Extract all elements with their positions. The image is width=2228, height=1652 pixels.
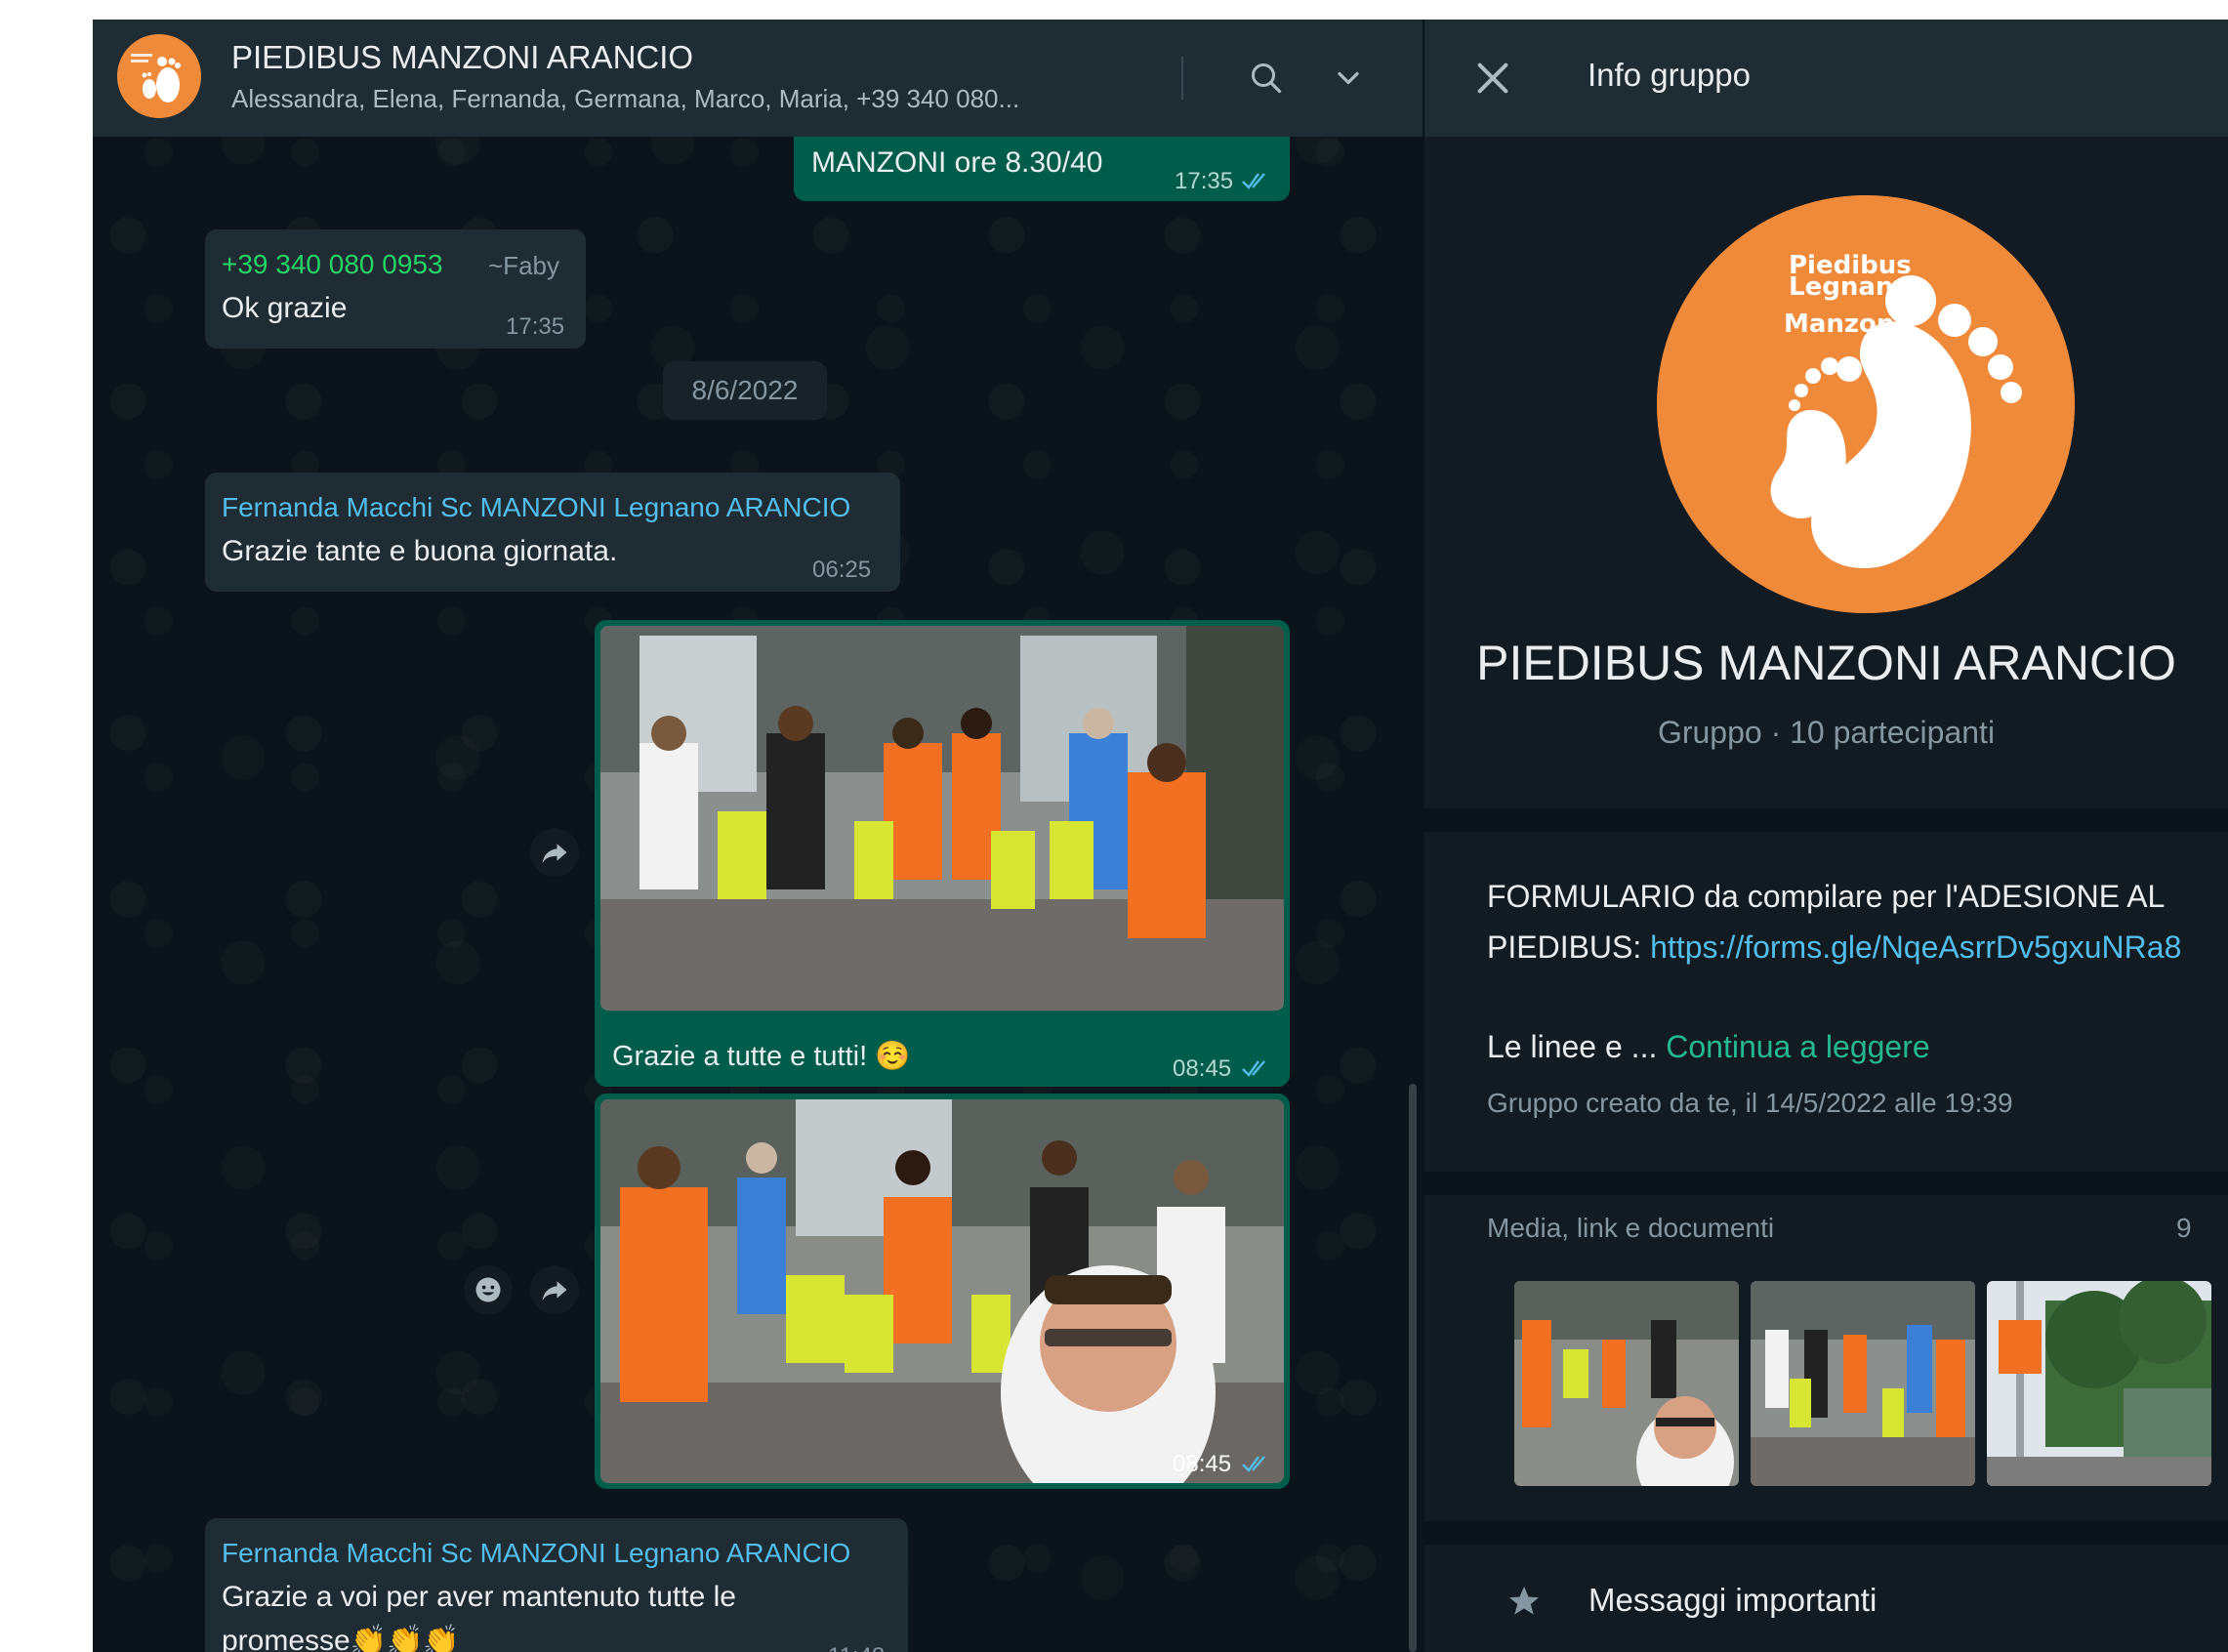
group-description-line: PIEDIBUS: https://forms.gle/NqeAsrrDv5gx… [1487,929,2181,966]
close-icon[interactable] [1473,59,1512,98]
date-divider: 8/6/2022 [663,361,827,420]
group-avatar[interactable] [117,34,201,118]
message-time: 08:45 [1173,1055,1232,1082]
incoming-message[interactable]: +39 340 080 0953 ~Faby Ok grazie 17:35 [205,229,586,349]
read-ticks-icon [1242,1060,1265,1077]
media-thumbnail[interactable] [1751,1281,1975,1486]
description-prefix: PIEDIBUS: [1487,929,1651,965]
chat-scrollbar[interactable] [1409,1084,1417,1652]
group-photo[interactable] [600,626,1284,1011]
sender-nickname: ~Faby [488,251,559,280]
media-count[interactable]: 9 [2176,1213,2192,1244]
media-section-label[interactable]: Media, link e documenti [1487,1213,1774,1244]
group-name: PIEDIBUS MANZONI ARANCIO [1476,636,2176,690]
chat-title[interactable]: PIEDIBUS MANZONI ARANCIO [231,39,693,76]
incoming-message[interactable]: Fernanda Macchi Sc MANZONI Legnano ARANC… [205,473,900,592]
message-time: 06:25 [812,557,872,583]
emoji-react-icon[interactable] [464,1265,513,1314]
message-time: 08:45 [1173,1451,1232,1477]
whatsapp-window: PIEDIBUS MANZONI ARANCIO Alessandra, Ele… [93,20,2228,1652]
group-participant-count[interactable]: Gruppo · 10 partecipanti [1424,715,2228,751]
group-logo[interactable]: Piedibus Legnano Manzoni [1657,195,2075,613]
media-thumbnail[interactable] [1987,1281,2211,1486]
sender-phone[interactable]: +39 340 080 0953 [222,249,443,280]
section-divider [1424,1521,2228,1545]
group-info-pane: Info gruppo Piedibus Legnano Manzoni PIE… [1424,20,2228,1652]
description-text: Le linee e ... [1487,1029,1667,1064]
photo-caption: Grazie a tutte e tutti! ☺️ [612,1041,911,1072]
section-divider [1424,808,2228,832]
info-title: Info gruppo [1588,57,1751,93]
form-link[interactable]: https://forms.gle/NqeAsrrDv5gxuNRa8 [1650,929,2181,965]
chat-pane: PIEDIBUS MANZONI ARANCIO Alessandra, Ele… [93,20,1423,1652]
header-divider [1181,57,1183,100]
incoming-message[interactable]: Fernanda Macchi Sc MANZONI Legnano ARANC… [205,1518,908,1652]
message-text-line: promesse👏👏👏 [222,1625,460,1652]
group-created-info: Gruppo creato da te, il 14/5/2022 alle 1… [1487,1088,2013,1118]
sender-name[interactable]: Fernanda Macchi Sc MANZONI Legnano ARANC… [222,492,850,523]
read-more-link[interactable]: Continua a leggere [1666,1029,1929,1064]
section-divider [1424,1172,2228,1195]
outgoing-photo-message[interactable]: 08:45 [595,1094,1290,1489]
sender-name[interactable]: Fernanda Macchi Sc MANZONI Legnano ARANC… [222,1538,850,1569]
read-ticks-icon [1242,173,1265,189]
chat-participants[interactable]: Alessandra, Elena, Fernanda, Germana, Ma… [231,84,1019,114]
search-icon[interactable] [1245,57,1288,100]
message-text: MANZONI ore 8.30/40 [811,146,1103,179]
chat-header[interactable]: PIEDIBUS MANZONI ARANCIO Alessandra, Ele… [93,20,1423,137]
chevron-down-icon[interactable] [1327,57,1370,100]
starred-messages-button[interactable]: Messaggi importanti [1588,1582,1877,1619]
group-description-line: FORMULARIO da compilare per l'ADESIONE A… [1487,879,2166,914]
message-text-line: Grazie a voi per aver mantenuto tutte le [222,1581,736,1613]
message-text: Grazie tante e buona giornata. [222,535,618,567]
star-icon [1509,1587,1539,1615]
group-description-line: Le linee e ... Continua a leggere [1487,1029,1930,1065]
media-thumbnail[interactable] [1514,1281,1739,1486]
message-time: 17:35 [1175,168,1234,194]
message-time: 17:35 [506,313,565,340]
outgoing-photo-message[interactable]: Grazie a tutte e tutti! ☺️ 08:45 [595,620,1290,1087]
message-text: Ok grazie [222,292,348,324]
group-photo[interactable] [600,1099,1284,1483]
read-ticks-icon [1242,1456,1265,1472]
forward-icon[interactable] [530,1265,579,1314]
message-time: 11:48 [828,1643,885,1652]
forward-icon[interactable] [530,828,579,877]
info-header: Info gruppo [1424,20,2228,137]
